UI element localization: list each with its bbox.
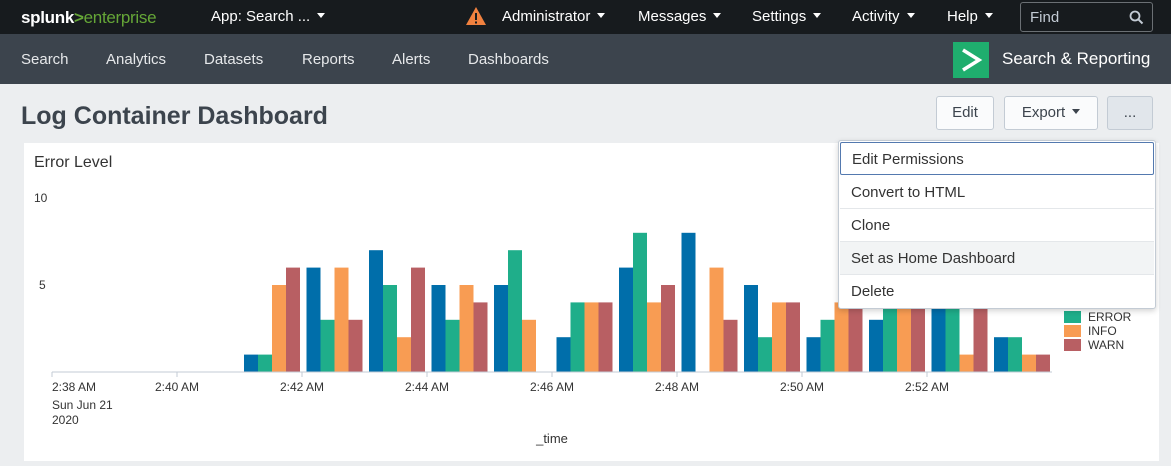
x-axis-title: _time bbox=[535, 431, 568, 446]
bar-error-242[interactable] bbox=[320, 319, 335, 372]
menu-item-delete[interactable]: Delete bbox=[840, 275, 1154, 308]
bar-info-245[interactable] bbox=[522, 319, 536, 372]
legend-swatch-warn bbox=[1064, 339, 1081, 351]
legend-label-info[interactable]: INFO bbox=[1088, 324, 1117, 338]
x-tick-label: 2:38 AM bbox=[52, 380, 96, 394]
bar-series-0-243[interactable] bbox=[369, 250, 383, 372]
bar-warn-244[interactable] bbox=[473, 302, 488, 372]
bar-error-250[interactable] bbox=[820, 319, 835, 372]
bar-info-247[interactable] bbox=[647, 302, 661, 372]
bar-series-0-246[interactable] bbox=[556, 337, 571, 372]
bar-warn-241[interactable] bbox=[286, 267, 300, 372]
y-tick-label: 10 bbox=[34, 191, 48, 205]
legend-label-error[interactable]: ERROR bbox=[1088, 310, 1132, 324]
menu-item-set-as-home-dashboard[interactable]: Set as Home Dashboard bbox=[840, 242, 1154, 275]
bar-info-250[interactable] bbox=[834, 302, 849, 372]
bar-warn-243[interactable] bbox=[411, 267, 425, 372]
bar-error-245[interactable] bbox=[508, 250, 522, 372]
bar-error-246[interactable] bbox=[570, 302, 585, 372]
bar-info-252[interactable] bbox=[959, 354, 974, 372]
x-date-line1: Sun Jun 21 bbox=[52, 398, 113, 412]
bar-warn-249[interactable] bbox=[786, 302, 800, 372]
x-tick-label: 2:48 AM bbox=[655, 380, 699, 394]
menu-item-convert-to-html[interactable]: Convert to HTML bbox=[840, 176, 1154, 209]
bar-warn-247[interactable] bbox=[661, 285, 675, 372]
bar-info-242[interactable] bbox=[334, 267, 349, 372]
bar-series-0-253[interactable] bbox=[994, 337, 1008, 372]
bar-series-0-248[interactable] bbox=[681, 232, 696, 372]
bar-series-0-241[interactable] bbox=[244, 354, 258, 372]
bar-info-248[interactable] bbox=[709, 267, 724, 372]
x-tick-label: 2:42 AM bbox=[280, 380, 324, 394]
legend-swatch-info bbox=[1064, 325, 1081, 337]
x-tick-label: 2:50 AM bbox=[780, 380, 824, 394]
legend-swatch-error bbox=[1064, 311, 1081, 323]
bar-series-0-251[interactable] bbox=[869, 319, 883, 372]
bar-warn-242[interactable] bbox=[348, 319, 363, 372]
bar-info-241[interactable] bbox=[272, 285, 286, 372]
bar-warn-246[interactable] bbox=[598, 302, 613, 372]
bar-warn-253[interactable] bbox=[1036, 354, 1050, 372]
x-axis-ticks: 2:38 AM 2:40 AM 2:42 AM 2:44 AM 2:46 AM 2:48 … bbox=[51, 372, 949, 394]
x-tick-label: 2:52 AM bbox=[905, 380, 949, 394]
bar-series-0-244[interactable] bbox=[431, 285, 446, 372]
bar-series-0-250[interactable] bbox=[806, 337, 821, 372]
bar-error-241[interactable] bbox=[258, 354, 272, 372]
bar-error-253[interactable] bbox=[1008, 337, 1022, 372]
bar-series-0-242[interactable] bbox=[306, 267, 321, 372]
bar-series-0-249[interactable] bbox=[744, 285, 758, 372]
bar-info-253[interactable] bbox=[1022, 354, 1036, 372]
menu-item-clone[interactable]: Clone bbox=[840, 209, 1154, 242]
x-tick-label: 2:40 AM bbox=[155, 380, 199, 394]
bar-info-244[interactable] bbox=[459, 285, 474, 372]
more-actions-menu: Edit Permissions Convert to HTML Clone S… bbox=[838, 140, 1156, 309]
bar-error-247[interactable] bbox=[633, 232, 647, 372]
bar-error-244[interactable] bbox=[445, 319, 460, 372]
bar-series-0-247[interactable] bbox=[619, 267, 633, 372]
chart-legend: ERRORINFOWARN bbox=[1064, 310, 1132, 352]
bar-info-243[interactable] bbox=[397, 337, 411, 372]
y-tick-label: 5 bbox=[39, 278, 46, 292]
x-tick-label: 2:44 AM bbox=[405, 380, 449, 394]
bar-error-249[interactable] bbox=[758, 337, 772, 372]
menu-item-edit-permissions[interactable]: Edit Permissions bbox=[840, 142, 1154, 175]
x-tick-label: 2:46 AM bbox=[530, 380, 574, 394]
legend-label-warn[interactable]: WARN bbox=[1088, 338, 1124, 352]
bar-error-243[interactable] bbox=[383, 285, 397, 372]
x-date-line2: 2020 bbox=[52, 413, 79, 427]
bar-series-0-245[interactable] bbox=[494, 285, 508, 372]
bar-info-246[interactable] bbox=[584, 302, 599, 372]
bar-warn-248[interactable] bbox=[723, 319, 738, 372]
bar-warn-252[interactable] bbox=[973, 302, 988, 372]
bar-info-249[interactable] bbox=[772, 302, 786, 372]
